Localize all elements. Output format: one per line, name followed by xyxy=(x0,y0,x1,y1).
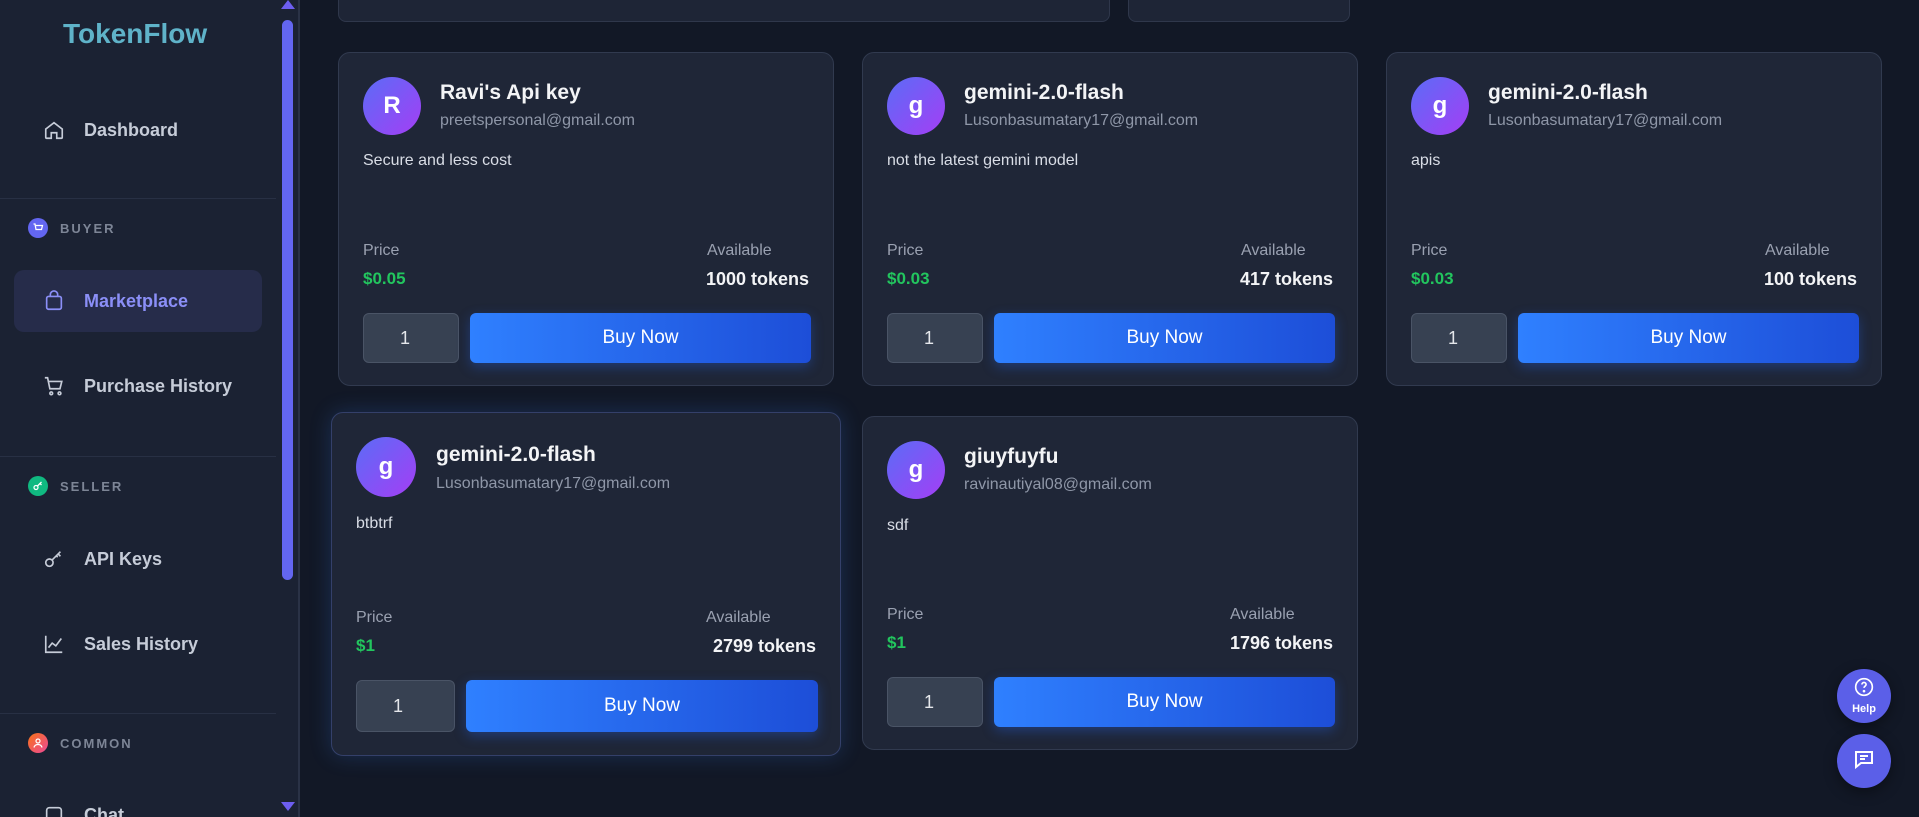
price-value: $0.03 xyxy=(1411,269,1454,288)
sidebar-item-marketplace[interactable]: Marketplace xyxy=(14,270,262,332)
cart-icon xyxy=(28,218,48,238)
listing-description: sdf xyxy=(887,517,909,534)
available-label: Available xyxy=(1765,242,1830,259)
listing-card: R Ravi's Api key preetspersonal@gmail.co… xyxy=(338,52,834,386)
quantity-input[interactable] xyxy=(356,680,455,732)
price-label: Price xyxy=(887,606,924,623)
search-input[interactable] xyxy=(338,0,1110,22)
section-seller: SELLER xyxy=(28,476,123,496)
buy-now-button[interactable]: Buy Now xyxy=(994,313,1335,363)
question-icon xyxy=(1854,677,1874,702)
available-value: 2799 tokens xyxy=(712,636,816,656)
chat-button[interactable] xyxy=(1837,734,1891,788)
quantity-input[interactable] xyxy=(887,313,983,363)
help-button[interactable]: Help xyxy=(1837,669,1891,723)
sort-select[interactable] xyxy=(1128,0,1350,22)
listing-title: gemini-2.0-flash xyxy=(1488,81,1648,104)
sidebar-item-chat[interactable]: Chat xyxy=(14,784,262,817)
section-label: COMMON xyxy=(60,735,133,751)
available-value: 100 tokens xyxy=(1763,269,1857,289)
price-label: Price xyxy=(356,609,393,626)
avatar: g xyxy=(887,77,945,135)
sidebar-item-sales-history[interactable]: Sales History xyxy=(14,613,262,675)
divider xyxy=(0,456,276,457)
user-icon xyxy=(28,733,48,753)
price-label: Price xyxy=(887,242,924,259)
divider xyxy=(0,713,276,714)
section-label: SELLER xyxy=(60,478,124,494)
avatar: g xyxy=(356,437,416,497)
price-value: $0.03 xyxy=(887,269,930,288)
help-label: Help xyxy=(1852,703,1876,715)
available-label: Available xyxy=(707,242,772,259)
key-icon xyxy=(28,476,48,496)
sidebar-item-label: Marketplace xyxy=(84,290,189,311)
sidebar-item-api-keys[interactable]: API Keys xyxy=(14,528,262,590)
section-label: BUYER xyxy=(60,220,116,236)
avatar: R xyxy=(363,77,421,135)
quantity-input[interactable] xyxy=(363,313,459,363)
key-icon xyxy=(42,547,66,571)
quantity-input[interactable] xyxy=(887,677,983,727)
app-logo[interactable]: TokenFlow xyxy=(63,18,207,50)
shopping-bag-icon xyxy=(42,289,66,313)
section-buyer: BUYER xyxy=(28,218,116,238)
seller-email: Lusonbasumatary17@gmail.com xyxy=(436,475,671,492)
price-label: Price xyxy=(1411,242,1448,259)
available-value: 1000 tokens xyxy=(705,269,809,289)
listing-title: giuyfuyfu xyxy=(964,445,1059,468)
seller-email: Lusonbasumatary17@gmail.com xyxy=(964,112,1199,129)
seller-email: Lusonbasumatary17@gmail.com xyxy=(1488,112,1723,129)
listing-title: Ravi's Api key xyxy=(440,81,581,104)
buy-now-button[interactable]: Buy Now xyxy=(470,313,811,363)
listing-card: g giuyfuyfu ravinautiyal08@gmail.com sdf… xyxy=(862,416,1358,750)
listing-title: gemini-2.0-flash xyxy=(436,443,596,466)
home-icon xyxy=(42,118,66,142)
avatar: g xyxy=(1411,77,1469,135)
message-icon xyxy=(1852,747,1876,776)
listing-description: not the latest gemini model xyxy=(887,152,1079,169)
avatar: g xyxy=(887,441,945,499)
scroll-down-arrow-icon[interactable] xyxy=(281,802,295,811)
listing-description: Secure and less cost xyxy=(363,152,512,169)
seller-email: ravinautiyal08@gmail.com xyxy=(964,476,1152,493)
sidebar-item-purchase-history[interactable]: Purchase History xyxy=(14,355,262,417)
listing-card: g gemini-2.0-flash Lusonbasumatary17@gma… xyxy=(331,412,841,756)
price-value: $1 xyxy=(356,636,375,655)
available-value: 417 tokens xyxy=(1239,269,1333,289)
price-value: $1 xyxy=(887,633,906,652)
sidebar-item-label: Purchase History xyxy=(84,375,233,396)
price-label: Price xyxy=(363,242,400,259)
available-label: Available xyxy=(1241,242,1306,259)
divider xyxy=(0,198,276,199)
listing-description: apis xyxy=(1411,152,1441,169)
sidebar-scroll-thumb[interactable] xyxy=(282,20,293,580)
line-chart-icon xyxy=(42,632,66,656)
sidebar: TokenFlow Dashboard BUYER Marketplace Pu… xyxy=(0,0,276,817)
available-label: Available xyxy=(706,609,771,626)
sidebar-item-label: API Keys xyxy=(84,548,163,569)
seller-email: preetspersonal@gmail.com xyxy=(440,112,635,129)
cart-icon xyxy=(42,374,66,398)
listing-title: gemini-2.0-flash xyxy=(964,81,1124,104)
listing-card: g gemini-2.0-flash Lusonbasumatary17@gma… xyxy=(862,52,1358,386)
sidebar-item-label: Chat xyxy=(84,804,124,817)
buy-now-button[interactable]: Buy Now xyxy=(994,677,1335,727)
price-value: $0.05 xyxy=(363,269,406,288)
listing-card: g gemini-2.0-flash Lusonbasumatary17@gma… xyxy=(1386,52,1882,386)
section-common: COMMON xyxy=(28,733,133,753)
sidebar-item-label: Dashboard xyxy=(84,119,179,140)
listing-description: btbtrf xyxy=(356,515,393,532)
quantity-input[interactable] xyxy=(1411,313,1507,363)
scroll-up-arrow-icon[interactable] xyxy=(281,0,295,9)
sidebar-item-label: Sales History xyxy=(84,633,199,654)
chat-icon xyxy=(42,803,66,817)
divider xyxy=(298,0,300,817)
buy-now-button[interactable]: Buy Now xyxy=(466,680,818,732)
buy-now-button[interactable]: Buy Now xyxy=(1518,313,1859,363)
sidebar-item-dashboard[interactable]: Dashboard xyxy=(14,99,262,161)
available-value: 1796 tokens xyxy=(1229,633,1333,653)
available-label: Available xyxy=(1230,606,1295,623)
